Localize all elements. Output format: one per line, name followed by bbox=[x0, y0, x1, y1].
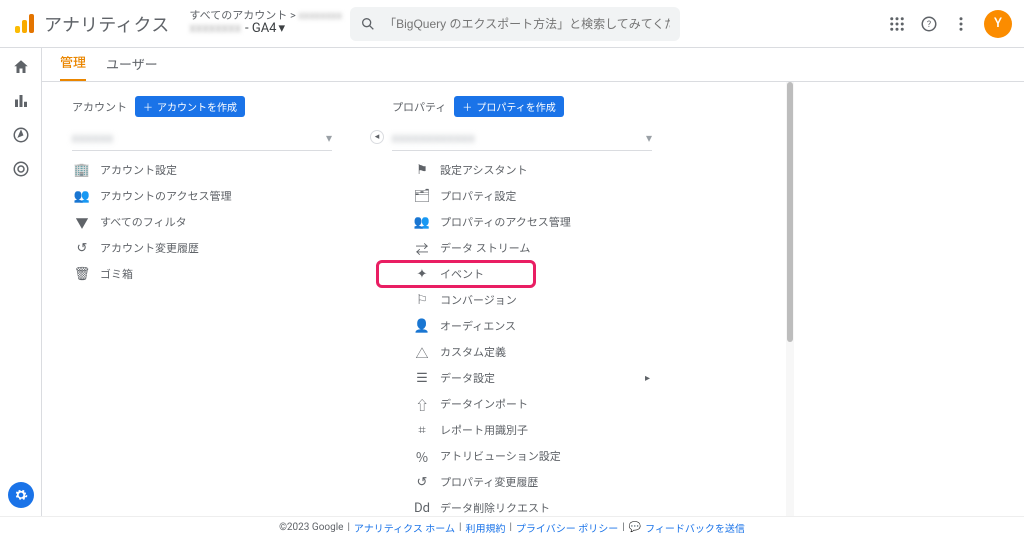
custom-icon: △ bbox=[414, 343, 430, 362]
stream-icon: ⇄ bbox=[414, 239, 430, 258]
events[interactable]: ✦イベント bbox=[392, 261, 652, 287]
building-icon: 🏢 bbox=[74, 163, 90, 178]
account-column-label: アカウント bbox=[72, 99, 127, 115]
delete-req-icon: Dd bbox=[414, 501, 430, 516]
conversions[interactable]: ⚐コンバージョン bbox=[392, 287, 652, 313]
admin-tabs: 管理 ユーザー bbox=[42, 48, 1024, 82]
footer-copyright: ©2023 Google bbox=[279, 522, 343, 533]
collapse-column-button[interactable]: ◂ bbox=[370, 130, 384, 144]
more-vert-icon[interactable] bbox=[952, 15, 970, 33]
property-access-management[interactable]: 👥プロパティのアクセス管理 bbox=[392, 209, 652, 235]
create-property-button[interactable]: ＋プロパティを作成 bbox=[454, 96, 563, 117]
attribution-icon: ％ bbox=[414, 447, 430, 466]
trash-icon: 🗑 bbox=[74, 267, 90, 282]
all-filters[interactable]: ▼すべてのフィルタ bbox=[72, 209, 332, 235]
audience-icon: 👤 bbox=[414, 319, 430, 334]
admin-gear-button[interactable] bbox=[8, 482, 34, 508]
tab-admin[interactable]: 管理 bbox=[60, 52, 86, 81]
plus-icon: ＋ bbox=[143, 99, 153, 114]
caret-down-icon: ▾ bbox=[646, 131, 652, 145]
people-icon: 👥 bbox=[74, 189, 90, 204]
left-nav-rail bbox=[0, 48, 42, 516]
footer: ©2023 Google | アナリティクス ホーム | 利用規約 | プライバ… bbox=[0, 516, 1024, 538]
audiences[interactable]: 👤オーディエンス bbox=[392, 313, 652, 339]
property-column: プロパティ ＋プロパティを作成 xxxxxxxxxxxx ▾ ⚑設定アシスタント… bbox=[392, 96, 652, 516]
account-access-management[interactable]: 👥アカウントのアクセス管理 bbox=[72, 183, 332, 209]
plus-icon: ＋ bbox=[462, 99, 472, 114]
custom-definitions[interactable]: △カスタム定義 bbox=[392, 339, 652, 365]
apps-icon[interactable] bbox=[888, 15, 906, 33]
top-bar: アナリティクス すべてのアカウント > xxxxxxxx xxxxxxxx - … bbox=[0, 0, 1024, 48]
search-input[interactable] bbox=[384, 17, 670, 31]
filter-icon: ▼ bbox=[74, 213, 90, 232]
tab-user[interactable]: ユーザー bbox=[106, 54, 158, 81]
explore-icon[interactable] bbox=[12, 126, 30, 144]
data-streams[interactable]: ⇄データ ストリーム bbox=[392, 235, 652, 261]
caret-down-icon: ▾ bbox=[278, 22, 285, 36]
property-column-label: プロパティ bbox=[392, 99, 446, 115]
user-avatar[interactable]: Y bbox=[984, 10, 1012, 38]
footer-feedback[interactable]: フィードバックを送信 bbox=[645, 520, 745, 535]
footer-link-terms[interactable]: 利用規約 bbox=[465, 520, 505, 535]
account-column: アカウント ＋アカウントを作成 xxxxxx ▾ 🏢アカウント設定 👥アカウント… bbox=[72, 96, 332, 516]
product-title: アナリティクス bbox=[44, 11, 169, 37]
svg-text:?: ? bbox=[927, 20, 931, 30]
footer-link-home[interactable]: アナリティクス ホーム bbox=[354, 520, 455, 535]
help-icon[interactable]: ? bbox=[920, 15, 938, 33]
reporting-identity[interactable]: ⌗レポート用識別子 bbox=[392, 417, 652, 443]
picker-line2: xxxxxxxx - GA4 ▾ bbox=[189, 22, 342, 36]
advertising-icon[interactable] bbox=[12, 160, 30, 178]
feedback-icon: 💬 bbox=[629, 522, 641, 533]
id-icon: ⌗ bbox=[414, 423, 430, 438]
assistant-icon: ⚑ bbox=[414, 163, 430, 178]
property-settings[interactable]: 🗂プロパティ設定 bbox=[392, 183, 652, 209]
analytics-logo bbox=[12, 12, 36, 36]
history-icon: ↺ bbox=[74, 241, 90, 256]
flag-icon: ⚐ bbox=[414, 293, 430, 308]
attribution-settings[interactable]: ％アトリビューション設定 bbox=[392, 443, 652, 469]
event-icon: ✦ bbox=[414, 267, 430, 282]
create-account-button[interactable]: ＋アカウントを作成 bbox=[135, 96, 245, 117]
caret-down-icon: ▾ bbox=[326, 131, 332, 145]
data-settings[interactable]: ☰データ設定▸ bbox=[392, 365, 652, 391]
top-right-icons: ? Y bbox=[888, 10, 1012, 38]
account-property-picker[interactable]: すべてのアカウント > xxxxxxxx xxxxxxxx - GA4 ▾ bbox=[189, 10, 342, 36]
data-deletion-requests[interactable]: Ddデータ削除リクエスト bbox=[392, 495, 652, 516]
account-settings[interactable]: 🏢アカウント設定 bbox=[72, 157, 332, 183]
property-selector[interactable]: xxxxxxxxxxxx ▾ bbox=[392, 125, 652, 151]
import-icon: ⇧ bbox=[414, 395, 430, 414]
trash[interactable]: 🗑ゴミ箱 bbox=[72, 261, 332, 287]
property-icon: 🗂 bbox=[414, 189, 430, 204]
data-import[interactable]: ⇧データインポート bbox=[392, 391, 652, 417]
chevron-right-icon: ▸ bbox=[645, 373, 650, 384]
setup-assistant[interactable]: ⚑設定アシスタント bbox=[392, 157, 652, 183]
data-icon: ☰ bbox=[414, 371, 430, 386]
history-icon: ↺ bbox=[414, 475, 430, 490]
property-change-history[interactable]: ↺プロパティ変更履歴 bbox=[392, 469, 652, 495]
search-icon bbox=[360, 16, 376, 32]
footer-link-privacy[interactable]: プライバシー ポリシー bbox=[516, 520, 618, 535]
search-box[interactable] bbox=[350, 7, 680, 41]
account-change-history[interactable]: ↺アカウント変更履歴 bbox=[72, 235, 332, 261]
scrollbar[interactable] bbox=[786, 82, 794, 516]
main-content: 管理 ユーザー アカウント ＋アカウントを作成 xxxxxx ▾ 🏢アカウント設… bbox=[42, 48, 1024, 516]
reports-icon[interactable] bbox=[12, 92, 30, 110]
scrollbar-thumb[interactable] bbox=[787, 82, 793, 342]
people-icon: 👥 bbox=[414, 215, 430, 230]
home-icon[interactable] bbox=[12, 58, 30, 76]
account-selector[interactable]: xxxxxx ▾ bbox=[72, 125, 332, 151]
